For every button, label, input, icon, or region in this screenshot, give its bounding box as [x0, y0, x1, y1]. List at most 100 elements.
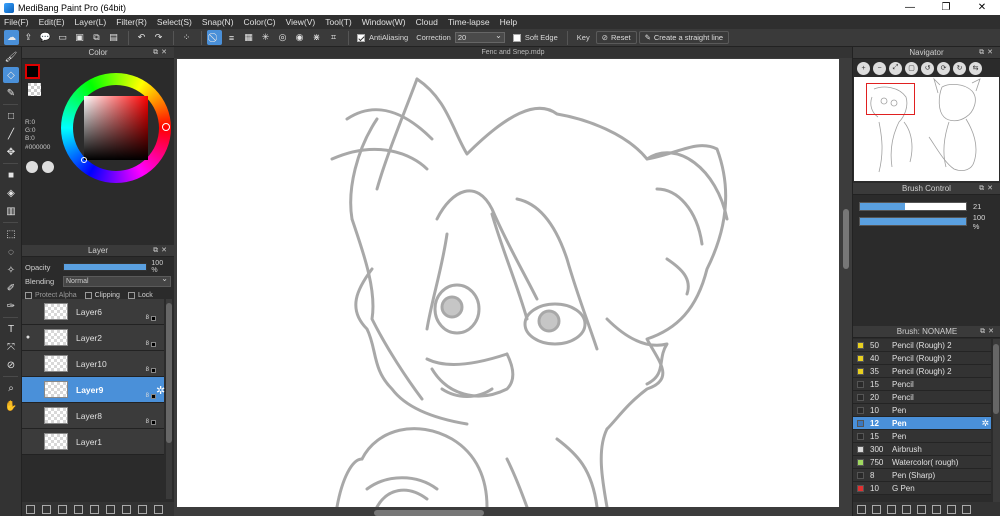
panel-buttons[interactable]: ⧉✕ — [153, 246, 170, 255]
move-tool-icon[interactable]: ✥ — [3, 144, 19, 160]
brush-item[interactable]: 35 Pencil (Rough) 2 — [853, 365, 991, 378]
layer-row[interactable]: Layer10 8 — [22, 351, 164, 377]
brush-item[interactable]: 20 Pencil — [853, 391, 991, 404]
menu-timelapse[interactable]: Time-lapse — [448, 17, 490, 27]
gear-icon[interactable]: ✲ — [981, 418, 989, 429]
layer-settings-icon[interactable] — [138, 504, 147, 514]
hue-wheel[interactable] — [61, 73, 171, 183]
brush-item[interactable]: 40 Pencil (Rough) 2 — [853, 352, 991, 365]
menu-window[interactable]: Window(W) — [362, 17, 406, 27]
delete-layer-icon[interactable] — [154, 504, 163, 514]
menu-view[interactable]: View(V) — [286, 17, 316, 27]
brush-copy-icon[interactable] — [887, 504, 896, 514]
flip-icon[interactable]: ⇆ — [969, 61, 982, 75]
save-icon[interactable]: ▣ — [72, 30, 87, 45]
brush-item[interactable]: 15 Pen — [853, 430, 991, 443]
duplicate-icon[interactable] — [106, 504, 115, 514]
brush-item[interactable]: 50 Pencil (Rough) 2 — [853, 339, 991, 352]
hand-tool-icon[interactable]: ✋ — [3, 398, 19, 414]
panel-buttons[interactable]: ⧉✕ — [979, 48, 996, 57]
snap-grid-icon[interactable]: ▦ — [241, 30, 256, 45]
snap-circle-icon[interactable]: ◎ — [275, 30, 290, 45]
rotate-left-icon[interactable]: ↺ — [921, 61, 934, 75]
divide-tool-icon[interactable]: ⊘ — [3, 357, 19, 373]
brush-item[interactable]: 300 Airbrush — [853, 443, 991, 456]
actual-size-icon[interactable]: ▢ — [905, 61, 918, 75]
dot-tool-icon[interactable]: ✎ — [3, 85, 19, 101]
lock-checkbox[interactable] — [127, 291, 135, 299]
fit-icon[interactable]: ⤢ — [889, 61, 902, 75]
export-icon[interactable]: ⇪ — [21, 30, 36, 45]
minimize-button[interactable]: — — [892, 0, 928, 15]
document-tab[interactable]: Fenc and Snep.mdp — [174, 47, 852, 58]
menu-snap[interactable]: Snap(N) — [202, 17, 234, 27]
layer-row[interactable]: Layer1 — [22, 429, 164, 455]
add-brush-icon[interactable] — [857, 504, 866, 514]
reset-button[interactable]: ⊘ Reset — [595, 31, 637, 44]
straight-line-button[interactable]: ✎ Create a straight line — [638, 31, 730, 44]
menu-help[interactable]: Help — [500, 17, 517, 27]
rotate-reset-icon[interactable]: ⟳ — [937, 61, 950, 75]
menu-file[interactable]: File(F) — [4, 17, 29, 27]
snap-off-icon[interactable]: ⃠ — [207, 30, 222, 45]
snap-vanish-icon[interactable]: ⋇ — [309, 30, 324, 45]
layer-scrollbar[interactable] — [166, 299, 172, 499]
new-layer-1bit-icon[interactable] — [58, 504, 67, 514]
canvas-vertical-scrollbar[interactable] — [842, 59, 850, 507]
snap-parallel-icon[interactable]: ≡ — [224, 30, 239, 45]
brush-tool-icon[interactable]: 🖌 — [3, 49, 19, 65]
brush-menu-icon[interactable] — [872, 504, 881, 514]
bucket-tool-icon[interactable]: ◈ — [3, 185, 19, 201]
brush-size-slider[interactable] — [859, 202, 967, 211]
layer-row[interactable]: Layer9 8 ✲ — [22, 377, 165, 403]
protect-alpha-checkbox[interactable] — [25, 291, 32, 299]
brush-opacity-slider[interactable] — [859, 217, 967, 226]
menu-color[interactable]: Color(C) — [244, 17, 276, 27]
panel-buttons[interactable]: ⧉✕ — [153, 48, 170, 57]
close-button[interactable]: ✕ — [964, 0, 1000, 15]
operation-tool-icon[interactable]: ⤧ — [3, 339, 19, 355]
shape-tool-icon[interactable]: □ — [3, 108, 19, 124]
drawing-canvas[interactable] — [177, 59, 839, 507]
brush-item[interactable]: 15 Pencil — [853, 378, 991, 391]
brush-duplicate-icon[interactable] — [917, 504, 926, 514]
menu-tool[interactable]: Tool(T) — [325, 17, 351, 27]
select-tool-icon[interactable]: ⬚ — [3, 226, 19, 242]
panel-buttons[interactable]: ⧉✕ — [979, 184, 996, 193]
brush-folder-icon[interactable] — [947, 504, 956, 514]
soft-edge-checkbox[interactable] — [512, 33, 521, 42]
cloud-icon[interactable]: ☁ — [4, 30, 19, 45]
undo-icon[interactable]: ↶ — [134, 30, 149, 45]
merge-icon[interactable] — [122, 504, 131, 514]
delete-brush-icon[interactable] — [962, 504, 971, 514]
brush-item[interactable]: 8 Pen (Sharp) — [853, 469, 991, 482]
gradient-tool-icon[interactable]: ▥ — [3, 203, 19, 219]
zoom-in-icon[interactable]: + — [857, 61, 870, 75]
sv-marker[interactable] — [81, 157, 87, 163]
select-eraser-icon[interactable]: ✑ — [3, 298, 19, 314]
navigator-preview[interactable] — [854, 77, 999, 181]
menu-select[interactable]: Select(S) — [157, 17, 192, 27]
menu-edit[interactable]: Edit(E) — [39, 17, 65, 27]
layer-row[interactable]: Layer8 8 — [22, 403, 164, 429]
brush-settings-icon[interactable] — [932, 504, 941, 514]
comment-icon[interactable]: 💬 — [38, 30, 53, 45]
redo-icon[interactable]: ↷ — [151, 30, 166, 45]
brush-item[interactable]: 750 Watercolor( rough) — [853, 456, 991, 469]
zoom-out-icon[interactable]: − — [873, 61, 886, 75]
brush-item[interactable]: 10 G Pen — [853, 482, 991, 495]
snap-radial-icon[interactable]: ✳ — [258, 30, 273, 45]
add-menu-icon[interactable] — [74, 504, 83, 514]
layer-row[interactable]: Layer6 8 — [22, 299, 164, 325]
layer-opacity-slider[interactable] — [62, 263, 148, 271]
saturation-value-square[interactable] — [84, 96, 148, 160]
new-layer-icon[interactable] — [26, 504, 35, 514]
fill-rect-tool-icon[interactable]: ■ — [3, 167, 19, 183]
new-layer-8bit-icon[interactable] — [42, 504, 51, 514]
folder-icon[interactable] — [90, 504, 99, 514]
maximize-button[interactable]: ❐ — [928, 0, 964, 15]
eraser-tool-icon[interactable]: ◇ — [3, 67, 19, 83]
eyedropper-tool-icon[interactable]: ⌕ — [3, 380, 19, 396]
hue-marker[interactable] — [162, 123, 170, 131]
brush-scrollbar[interactable] — [993, 339, 1000, 505]
